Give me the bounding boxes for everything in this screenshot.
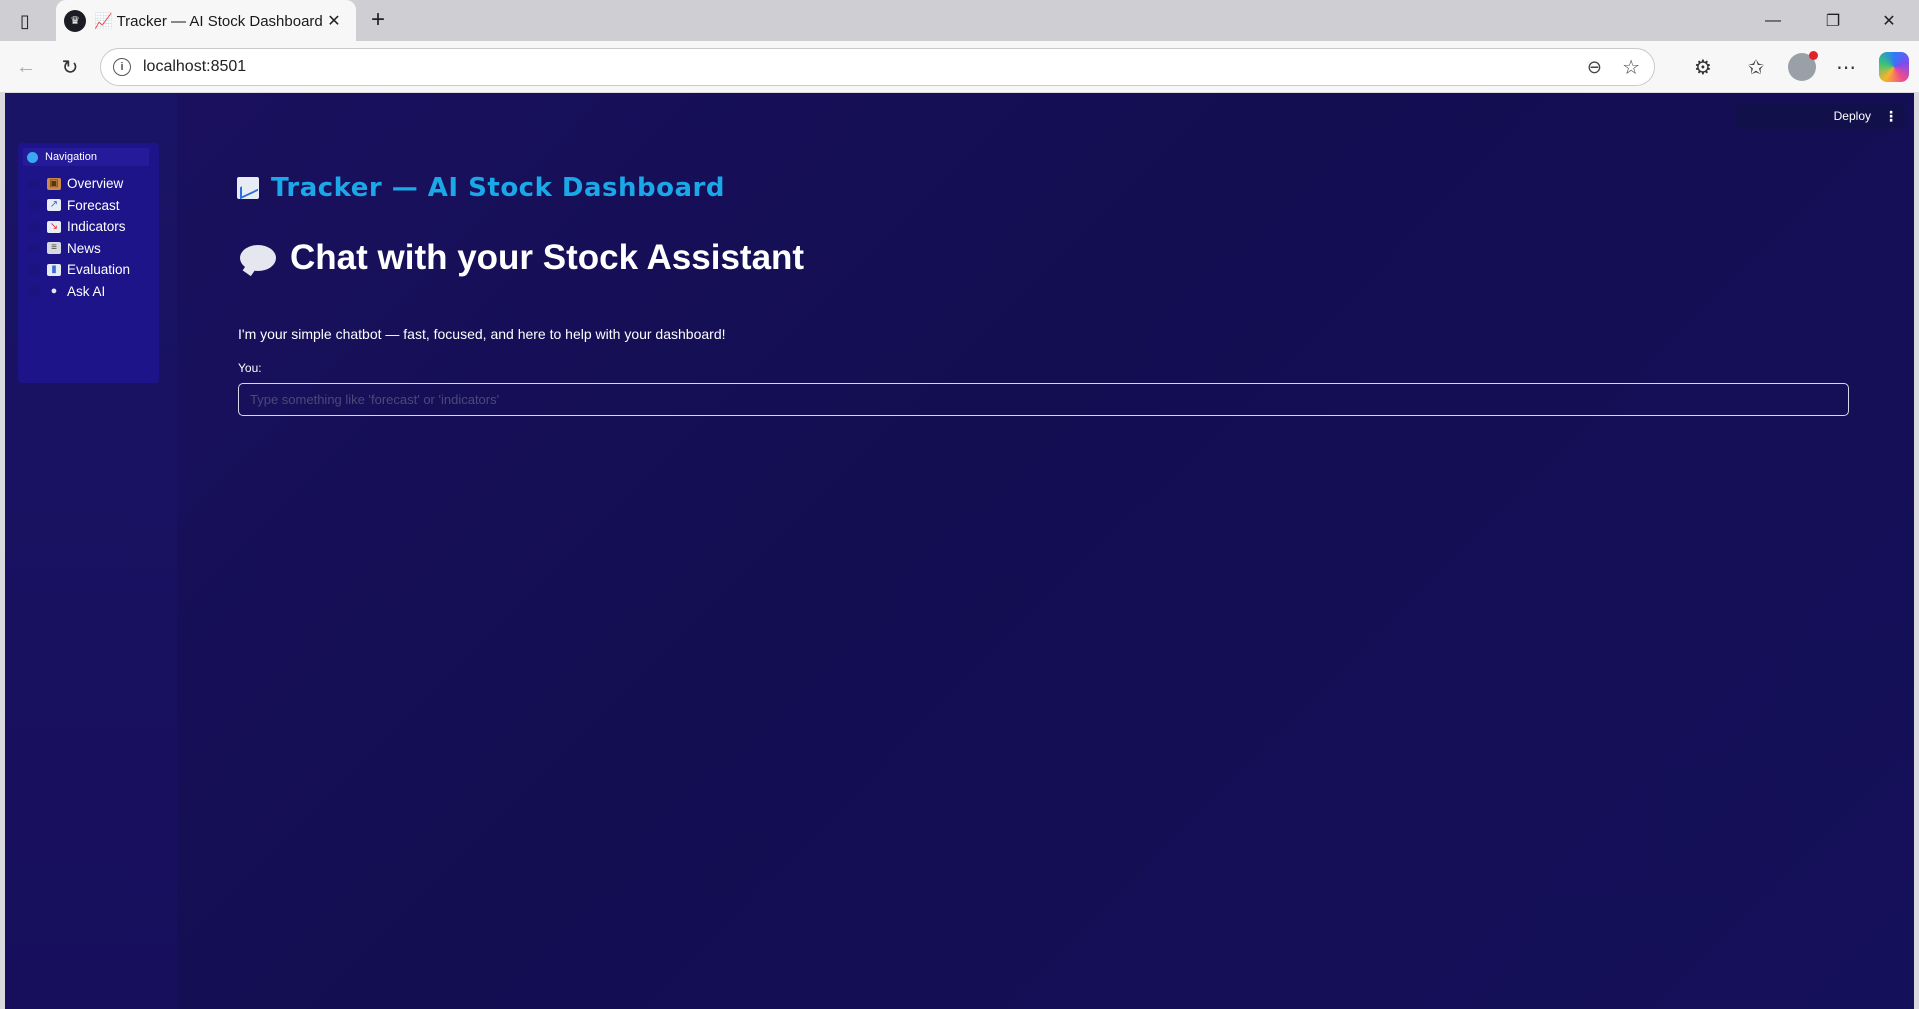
radio-button[interactable] — [28, 285, 40, 298]
favorites-icon[interactable]: ✩ — [1740, 51, 1772, 83]
chart-down-icon: ↘ — [47, 220, 61, 233]
window-close-icon[interactable]: ✕ — [1866, 6, 1912, 36]
browser-tab[interactable]: ♛ 📈 Tracker — AI Stock Dashboard ✕ — [56, 0, 356, 41]
sidebar-item-label: Forecast — [67, 197, 120, 213]
zoom-icon[interactable]: ⊖ — [1587, 57, 1602, 78]
radio-button[interactable] — [28, 199, 40, 212]
extensions-icon[interactable]: ⚙ — [1687, 51, 1719, 83]
app-title-text: Tracker — AI Stock Dashboard — [271, 173, 725, 203]
navigation-panel: Navigation ▣ Overview ↗ Forecast ↘ Indic… — [18, 143, 159, 383]
site-info-icon[interactable]: i — [113, 58, 131, 76]
minimize-icon[interactable]: — — [1750, 6, 1796, 36]
sidebar-item-label: News — [67, 240, 101, 256]
app-title: Tracker — AI Stock Dashboard — [237, 173, 725, 203]
tab-sidebar-toggle-icon[interactable]: ▯ — [12, 9, 38, 33]
sidebar-item-evaluation[interactable]: ▮ Evaluation — [28, 259, 130, 281]
radio-button[interactable] — [28, 177, 40, 190]
sidebar-item-forecast[interactable]: ↗ Forecast — [28, 195, 130, 217]
sidebar-item-label: Indicators — [67, 219, 126, 235]
close-tab-icon[interactable]: ✕ — [324, 11, 344, 31]
url-text[interactable]: localhost:8501 — [143, 58, 246, 76]
sidebar-item-overview[interactable]: ▣ Overview — [28, 173, 130, 195]
chat-input-label: You: — [238, 361, 262, 375]
sidebar-item-label: Ask AI — [67, 283, 106, 299]
chart-up-icon: ↗ — [47, 199, 61, 212]
chart-up-icon — [237, 177, 259, 199]
notification-dot — [1809, 51, 1818, 60]
newspaper-icon: ≡ — [47, 242, 61, 255]
package-icon: ▣ — [47, 177, 61, 190]
new-tab-icon[interactable]: + — [364, 6, 392, 34]
globe-icon — [27, 151, 38, 163]
sidebar-item-label: Overview — [67, 176, 124, 192]
app-toolbar: Deploy ⋮ — [1735, 103, 1905, 129]
tab-title: 📈 Tracker — AI Stock Dashboard — [94, 12, 323, 30]
favicon-icon: ♛ — [64, 9, 86, 32]
profile-avatar[interactable] — [1788, 51, 1818, 81]
navigation-header: Navigation — [23, 148, 149, 166]
more-menu-icon[interactable]: ⋯ — [1830, 51, 1862, 83]
browser-navbar: ← ↻ i localhost:8501 ⊖ ☆ ⚙ ✩ ⋯ — [0, 41, 1919, 93]
speech-bubble-icon: ● — [50, 285, 58, 298]
chat-input[interactable] — [238, 383, 1849, 416]
deploy-button[interactable]: Deploy — [1824, 109, 1881, 123]
navigation-radio-group: ▣ Overview ↗ Forecast ↘ Indicators ≡ New… — [28, 173, 130, 302]
app-viewport: Navigation ▣ Overview ↗ Forecast ↘ Indic… — [5, 93, 1914, 1009]
restore-icon[interactable]: ❐ — [1810, 6, 1856, 36]
page-title: Chat with your Stock Assistant — [240, 238, 804, 278]
bar-chart-icon: ▮ — [47, 263, 61, 276]
intro-text: I'm your simple chatbot — fast, focused,… — [238, 326, 726, 342]
reload-icon[interactable]: ↻ — [54, 51, 86, 83]
address-bar[interactable]: i localhost:8501 ⊖ ☆ — [100, 48, 1655, 86]
radio-button[interactable] — [28, 263, 40, 276]
back-icon[interactable]: ← — [10, 51, 42, 83]
browser-tab-strip: ▯ ♛ 📈 Tracker — AI Stock Dashboard ✕ + —… — [0, 0, 1919, 41]
radio-button[interactable] — [28, 220, 40, 233]
app-sidebar: Navigation ▣ Overview ↗ Forecast ↘ Indic… — [5, 93, 177, 1009]
radio-button[interactable] — [28, 242, 40, 255]
main-menu-icon[interactable]: ⋮ — [1881, 108, 1901, 125]
sidebar-item-label: Evaluation — [67, 262, 131, 278]
copilot-icon[interactable] — [1879, 52, 1909, 82]
navigation-header-label: Navigation — [45, 151, 97, 163]
speech-bubble-icon — [240, 245, 276, 271]
sidebar-item-news[interactable]: ≡ News — [28, 238, 130, 260]
sidebar-item-ask-ai[interactable]: ● Ask AI — [28, 281, 130, 303]
sidebar-item-indicators[interactable]: ↘ Indicators — [28, 216, 130, 238]
page-title-text: Chat with your Stock Assistant — [290, 238, 805, 277]
favorite-star-icon[interactable]: ☆ — [1622, 55, 1640, 80]
